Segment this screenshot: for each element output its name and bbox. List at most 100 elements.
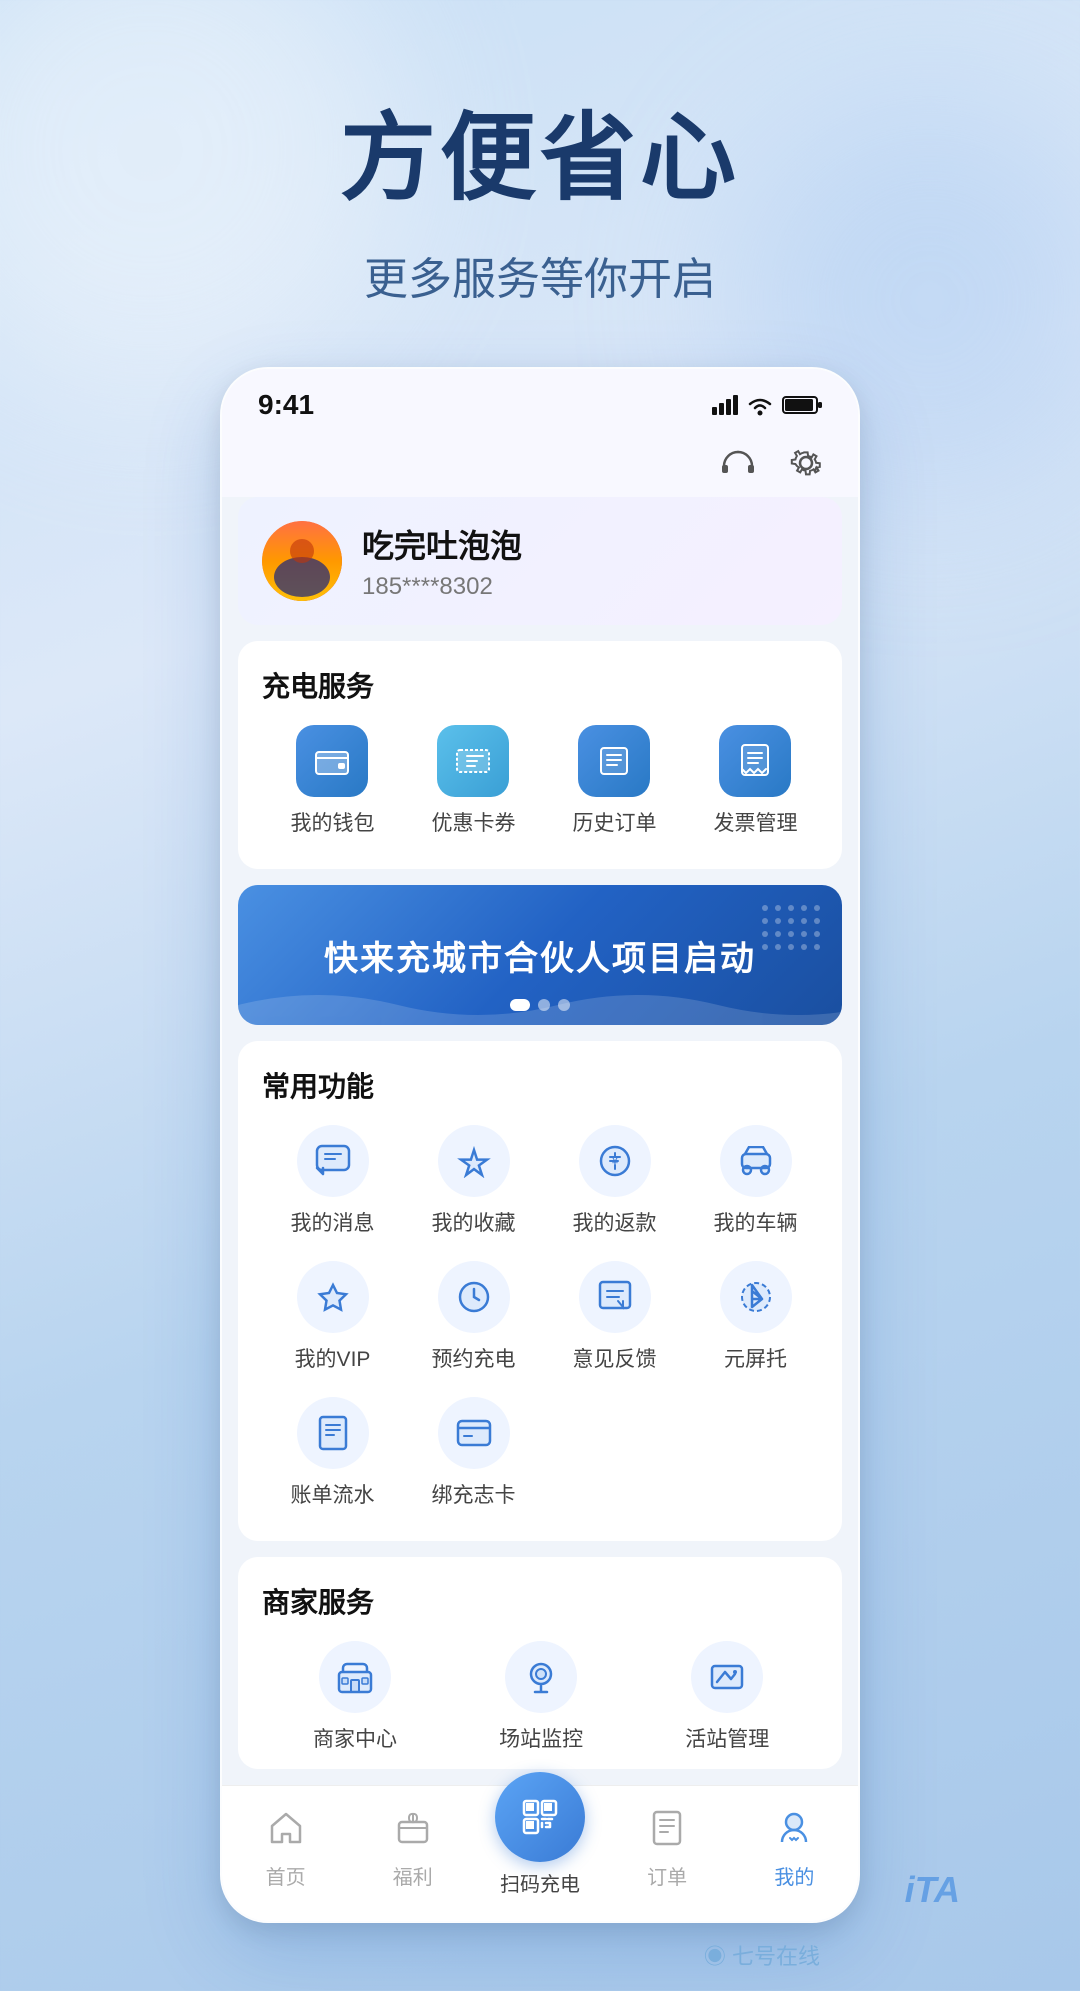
benefits-icon — [395, 1810, 431, 1855]
bluetooth-item[interactable]: 元屏托 — [685, 1261, 826, 1373]
vehicle-icon — [720, 1125, 792, 1197]
app-content: 吃完吐泡泡 185****8302 充电服务 — [222, 497, 858, 1921]
wallet-label: 我的钱包 — [290, 807, 374, 837]
nav-mine-label: 我的 — [774, 1861, 814, 1890]
refund-item[interactable]: ¥ 我的返款 — [544, 1125, 685, 1237]
vip-label: 我的VIP — [295, 1343, 371, 1373]
banner-section[interactable]: 快来充城市合伙人项目启动 — [238, 885, 842, 1025]
coupon-label: 优惠卡券 — [431, 807, 515, 837]
vip-item[interactable]: 我的VIP — [262, 1261, 403, 1373]
merchant-section: 商家服务 商家中心 — [238, 1557, 842, 1769]
vehicle-item[interactable]: 我的车辆 — [685, 1125, 826, 1237]
profile-name: 吃完吐泡泡 — [362, 521, 522, 567]
orders-icon — [649, 1810, 685, 1855]
status-icons — [712, 394, 822, 416]
billing-icon — [297, 1397, 369, 1469]
headset-icon[interactable] — [714, 439, 762, 487]
settings-icon[interactable] — [782, 439, 830, 487]
nav-home-label: 首页 — [266, 1861, 306, 1890]
svg-text:¥: ¥ — [610, 1154, 618, 1168]
merchant-center-icon — [319, 1641, 391, 1713]
avatar — [262, 521, 342, 601]
banner-decoration — [762, 905, 822, 952]
common-functions-section: 常用功能 我的消息 — [238, 1041, 842, 1541]
charging-section: 充电服务 我的钱包 — [238, 641, 842, 869]
station-monitor-item[interactable]: 场站监控 — [448, 1641, 634, 1753]
order-item[interactable]: 历史订单 — [552, 725, 676, 837]
coupon-icon — [437, 725, 509, 797]
wallet-icon — [296, 725, 368, 797]
nav-benefits[interactable]: 福利 — [363, 1810, 463, 1890]
profile-section: 吃完吐泡泡 185****8302 — [238, 497, 842, 625]
status-bar: 9:41 — [222, 369, 858, 429]
refund-label: 我的返款 — [573, 1207, 657, 1237]
reservation-icon — [438, 1261, 510, 1333]
nav-scan[interactable]: 扫码充电 — [490, 1802, 590, 1897]
feedback-icon — [579, 1261, 651, 1333]
banner-text: 快来充城市合伙人项目启动 — [324, 931, 756, 980]
profile-phone: 185****8302 — [362, 573, 522, 601]
merchant-center-item[interactable]: 商家中心 — [262, 1641, 448, 1753]
bind-card-icon — [438, 1397, 510, 1469]
status-time: 9:41 — [258, 389, 314, 421]
bluetooth-label: 元屏托 — [724, 1343, 787, 1373]
nav-orders-label: 订单 — [647, 1861, 687, 1890]
charging-grid: 我的钱包 优惠卡券 — [262, 725, 826, 853]
nav-home[interactable]: 首页 — [236, 1810, 336, 1890]
phone-mockup: 9:41 — [220, 367, 860, 1923]
invoice-item[interactable]: 发票管理 — [693, 725, 817, 837]
reservation-label: 预约充电 — [432, 1343, 516, 1373]
message-icon — [297, 1125, 369, 1197]
bluetooth-icon — [720, 1261, 792, 1333]
nav-mine[interactable]: 我的 — [744, 1810, 844, 1890]
merchant-center-label: 商家中心 — [313, 1723, 397, 1753]
vip-icon — [297, 1261, 369, 1333]
order-icon — [578, 725, 650, 797]
message-label: 我的消息 — [291, 1207, 375, 1237]
banner-dots — [510, 999, 570, 1011]
bottom-nav: 首页 福利 — [222, 1785, 858, 1921]
station-manage-label: 活站管理 — [685, 1723, 769, 1753]
order-label: 历史订单 — [572, 807, 656, 837]
favorites-item[interactable]: 我的收藏 — [403, 1125, 544, 1237]
wifi-icon — [746, 394, 774, 416]
functions-grid: 我的消息 我的收藏 — [262, 1125, 826, 1533]
station-manage-icon — [691, 1641, 763, 1713]
wallet-item[interactable]: 我的钱包 — [270, 725, 394, 837]
scan-button[interactable] — [495, 1772, 585, 1862]
charging-section-title: 充电服务 — [262, 665, 826, 705]
billing-item[interactable]: 账单流水 — [262, 1397, 403, 1509]
nav-benefits-label: 福利 — [393, 1861, 433, 1890]
nav-orders[interactable]: 订单 — [617, 1810, 717, 1890]
signal-icon — [712, 395, 738, 415]
invoice-label: 发票管理 — [713, 807, 797, 837]
invoice-icon — [719, 725, 791, 797]
merchant-grid: 商家中心 场站监控 — [262, 1641, 826, 1753]
billing-label: 账单流水 — [291, 1479, 375, 1509]
favorites-label: 我的收藏 — [432, 1207, 516, 1237]
bind-card-label: 绑充志卡 — [432, 1479, 516, 1509]
mine-icon — [776, 1810, 812, 1855]
feedback-label: 意见反馈 — [573, 1343, 657, 1373]
bind-card-item[interactable]: 绑充志卡 — [403, 1397, 544, 1509]
hero-title: 方便省心 — [340, 80, 740, 219]
feedback-item[interactable]: 意见反馈 — [544, 1261, 685, 1373]
app-header — [222, 429, 858, 497]
station-manage-item[interactable]: 活站管理 — [634, 1641, 820, 1753]
home-icon — [268, 1810, 304, 1855]
merchant-section-title: 商家服务 — [262, 1581, 826, 1621]
station-monitor-icon — [505, 1641, 577, 1713]
refund-icon: ¥ — [579, 1125, 651, 1197]
common-functions-title: 常用功能 — [262, 1065, 826, 1105]
profile-info: 吃完吐泡泡 185****8302 — [362, 521, 522, 601]
battery-icon — [782, 395, 822, 415]
watermark: ◉ 七号在线 — [220, 1923, 860, 1991]
vehicle-label: 我的车辆 — [714, 1207, 798, 1237]
hero-subtitle: 更多服务等你开启 — [364, 243, 716, 307]
message-item[interactable]: 我的消息 — [262, 1125, 403, 1237]
coupon-item[interactable]: 优惠卡券 — [411, 725, 535, 837]
reservation-item[interactable]: 预约充电 — [403, 1261, 544, 1373]
nav-scan-label: 扫码充电 — [500, 1868, 580, 1897]
station-monitor-label: 场站监控 — [499, 1723, 583, 1753]
favorites-icon — [438, 1125, 510, 1197]
